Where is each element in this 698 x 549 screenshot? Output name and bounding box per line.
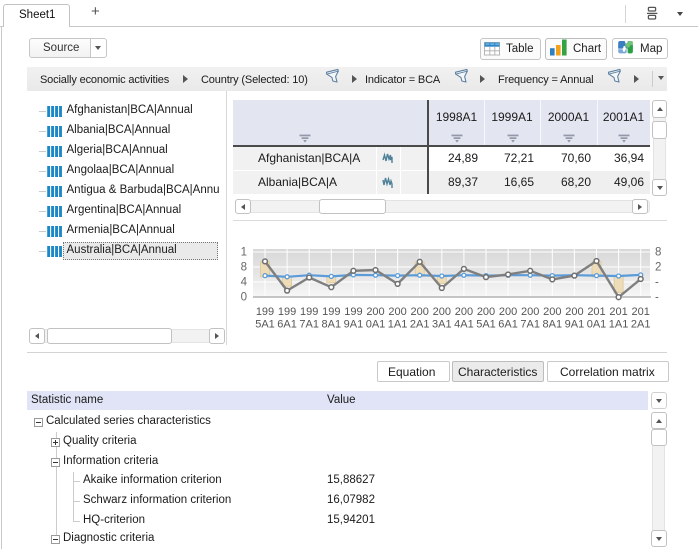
svg-text:199: 199: [300, 306, 318, 318]
svg-text:0: 0: [241, 292, 247, 304]
svg-text:6A1: 6A1: [277, 319, 297, 331]
svg-text:-: -: [655, 292, 659, 304]
svg-text:201: 201: [609, 306, 627, 318]
svg-text:199: 199: [322, 306, 340, 318]
svg-text:5A1: 5A1: [476, 319, 496, 331]
svg-text:1A1: 1A1: [609, 319, 629, 331]
svg-text:201: 201: [587, 306, 605, 318]
svg-text:9A1: 9A1: [344, 319, 364, 331]
svg-text:4: 4: [241, 277, 248, 289]
svg-text:200: 200: [521, 306, 539, 318]
svg-text:199: 199: [256, 306, 274, 318]
svg-text:2A1: 2A1: [410, 319, 430, 331]
svg-text:0A1: 0A1: [366, 319, 386, 331]
svg-text:200: 200: [565, 306, 583, 318]
svg-text:200: 200: [388, 306, 406, 318]
svg-text:-: -: [655, 277, 659, 289]
svg-text:7A1: 7A1: [299, 319, 319, 331]
svg-text:6A1: 6A1: [498, 319, 518, 331]
svg-text:199: 199: [278, 306, 296, 318]
svg-text:8A1: 8A1: [543, 319, 563, 331]
svg-text:200: 200: [433, 306, 451, 318]
svg-text:4A1: 4A1: [454, 319, 474, 331]
svg-text:0A1: 0A1: [587, 319, 607, 331]
svg-text:9A1: 9A1: [565, 319, 585, 331]
svg-text:200: 200: [411, 306, 429, 318]
svg-text:7A1: 7A1: [520, 319, 540, 331]
svg-text:200: 200: [366, 306, 384, 318]
svg-text:201: 201: [632, 306, 650, 318]
svg-text:200: 200: [543, 306, 561, 318]
svg-text:8A1: 8A1: [322, 319, 342, 331]
svg-text:3A1: 3A1: [432, 319, 452, 331]
svg-text:8: 8: [241, 262, 247, 274]
svg-text:200: 200: [455, 306, 473, 318]
svg-text:8: 8: [655, 247, 661, 259]
svg-text:2A1: 2A1: [631, 319, 651, 331]
svg-text:200: 200: [499, 306, 517, 318]
svg-text:1: 1: [241, 247, 247, 259]
svg-text:2: 2: [655, 262, 661, 274]
svg-text:199: 199: [344, 306, 362, 318]
svg-text:200: 200: [477, 306, 495, 318]
svg-text:5A1: 5A1: [255, 319, 275, 331]
svg-text:1A1: 1A1: [388, 319, 408, 331]
